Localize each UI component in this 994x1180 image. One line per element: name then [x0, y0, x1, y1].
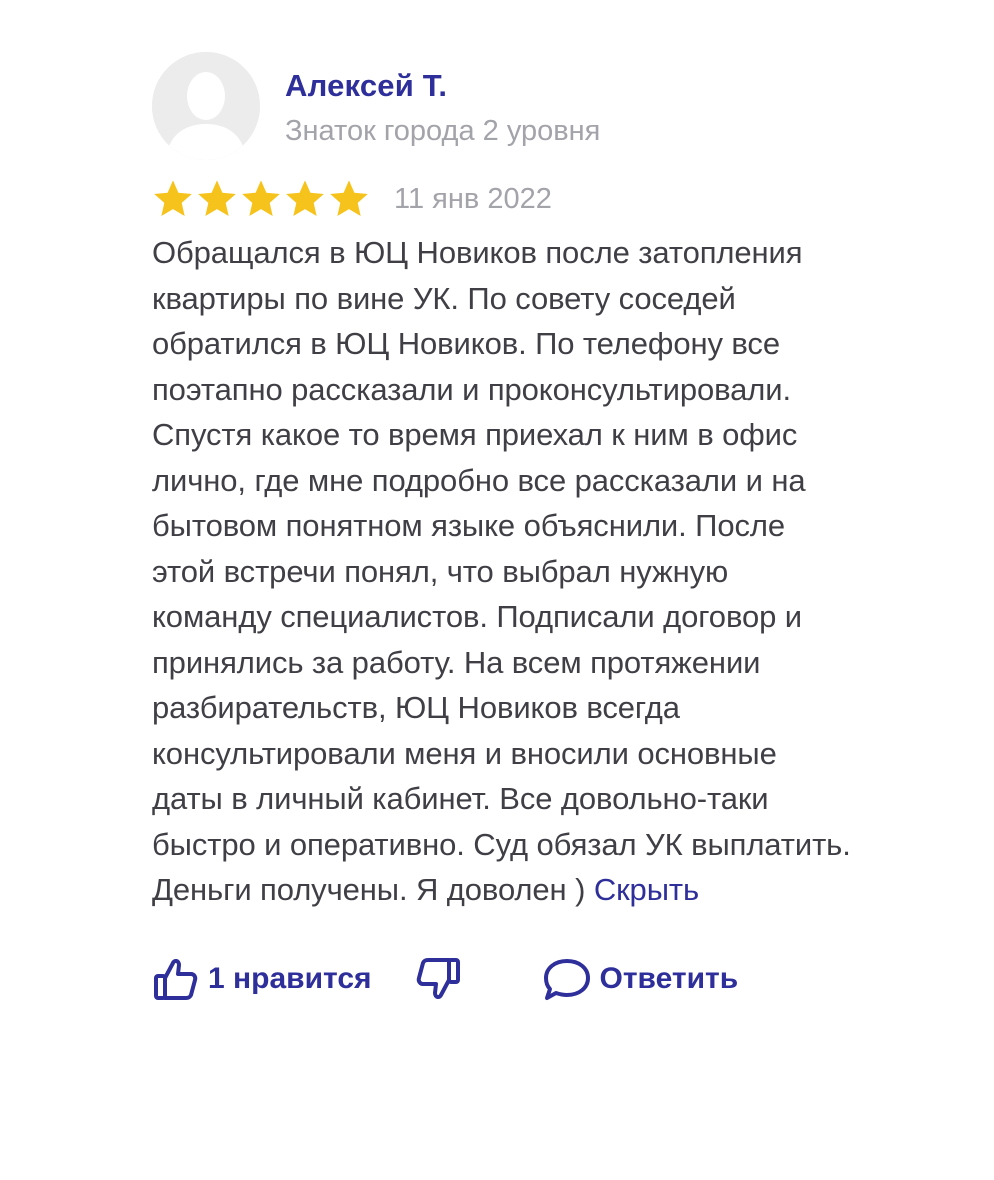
author-level: Знаток города 2 уровня — [285, 115, 601, 147]
like-count-label: 1 нравится — [208, 961, 372, 995]
star-icon — [154, 180, 192, 217]
user-placeholder-icon — [152, 52, 260, 160]
thumbs-up-icon — [154, 958, 198, 1000]
review-text: Обращался в ЮЦ Новиков после затопления … — [152, 230, 852, 913]
author-name[interactable]: Алексей Т. — [285, 66, 600, 106]
like-button[interactable]: 1 нравится — [152, 955, 372, 1003]
star-icon — [330, 180, 368, 217]
review-body: Обращался в ЮЦ Новиков после затопления … — [152, 235, 851, 907]
rating-row: 11 янв 2022 — [152, 174, 852, 224]
review-header: Алексей Т. Знаток города 2 уровня — [152, 52, 852, 164]
star-rating — [152, 179, 370, 219]
review-date: 11 янв 2022 — [394, 183, 552, 215]
review-actions: 1 нравится Ответить — [152, 951, 852, 1007]
star-icon — [286, 180, 324, 217]
avatar[interactable] — [152, 52, 260, 160]
star-icon — [242, 180, 280, 217]
hide-link[interactable]: Скрыть — [594, 872, 699, 907]
speech-bubble-icon — [543, 958, 590, 1000]
reply-label: Ответить — [599, 961, 739, 995]
dislike-button[interactable] — [414, 955, 462, 1003]
thumbs-down-icon — [416, 957, 460, 999]
reply-button[interactable]: Ответить — [542, 955, 739, 1003]
review-card: Алексей Т. Знаток города 2 уровня 11 янв… — [152, 52, 852, 1007]
author-info: Алексей Т. Знаток города 2 уровня — [285, 66, 600, 151]
star-icon — [198, 180, 236, 217]
